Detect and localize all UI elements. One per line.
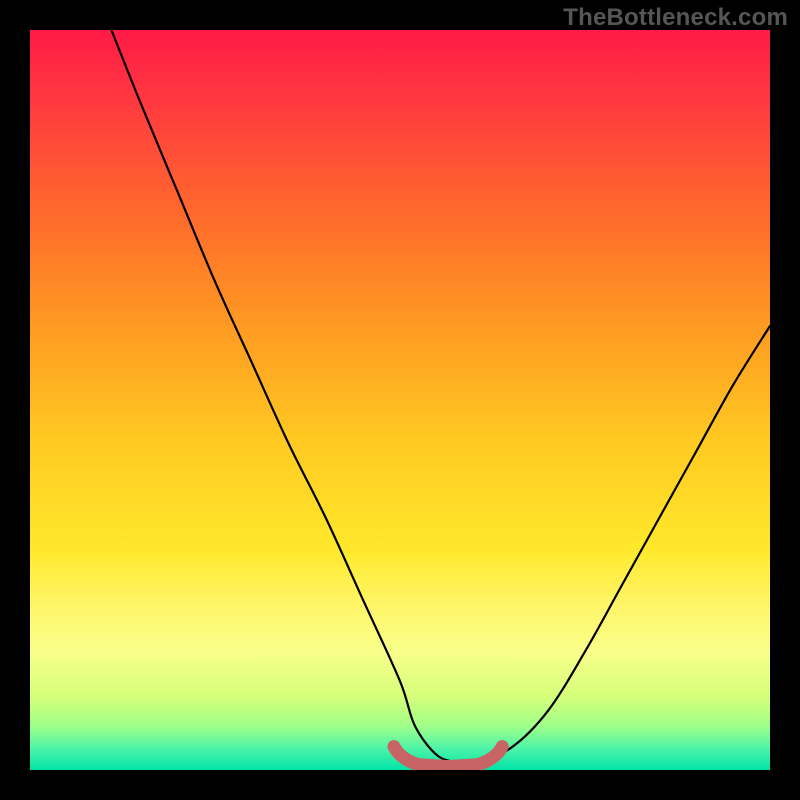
watermark-text: TheBottleneck.com xyxy=(563,4,788,32)
chart-frame: TheBottleneck.com xyxy=(0,0,800,800)
gradient-background xyxy=(30,30,770,770)
bottleneck-plot xyxy=(30,30,770,770)
